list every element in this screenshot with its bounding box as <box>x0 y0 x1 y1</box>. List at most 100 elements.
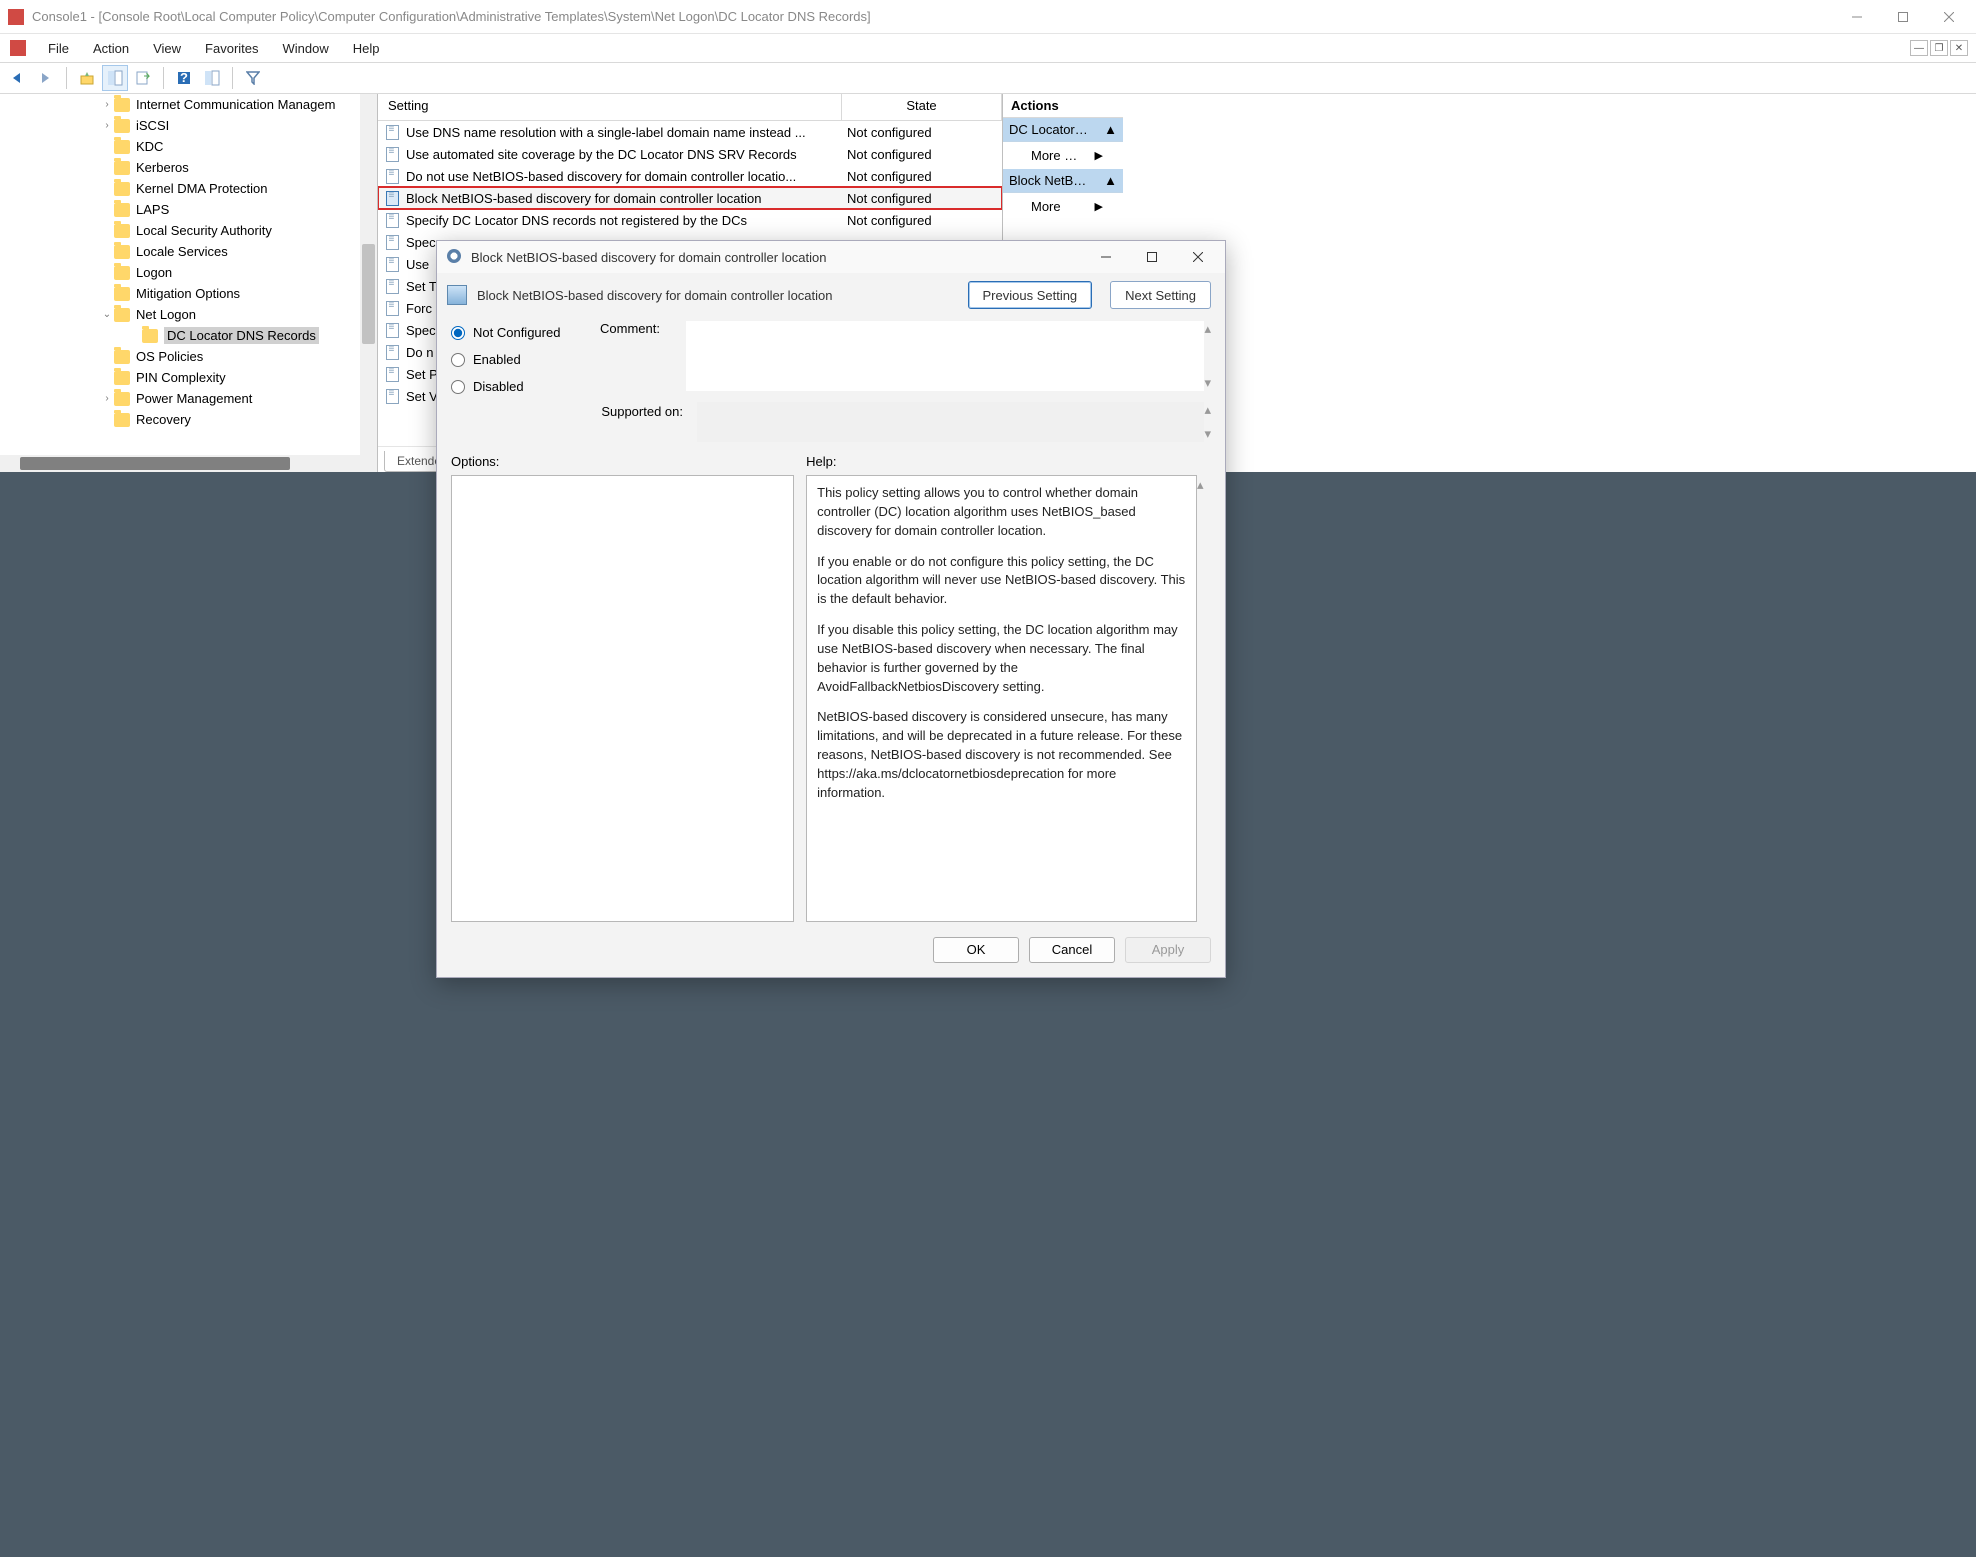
setting-state: Not configured <box>847 147 1002 162</box>
setting-icon <box>384 300 400 316</box>
tree-vertical-scrollbar[interactable] <box>360 94 377 472</box>
tree-item-label: iSCSI <box>136 118 169 133</box>
comment-scroll[interactable]: ▴▾ <box>1204 321 1211 391</box>
filter-icon[interactable] <box>241 66 265 90</box>
previous-setting-button[interactable]: Previous Setting <box>968 281 1093 309</box>
tree-item[interactable]: Mitigation Options <box>0 283 377 304</box>
supported-scroll[interactable]: ▴▾ <box>1204 402 1211 442</box>
list-row[interactable]: Use automated site coverage by the DC Lo… <box>378 143 1002 165</box>
radio-disabled-input[interactable] <box>451 380 465 394</box>
comment-textarea[interactable] <box>686 321 1204 391</box>
list-row[interactable]: Specify DC Locator DNS records not regis… <box>378 209 1002 231</box>
tree-item[interactable]: › Power Management <box>0 388 377 409</box>
svg-text:?: ? <box>180 70 188 85</box>
tree-horizontal-scrollbar[interactable] <box>0 455 360 472</box>
next-setting-button[interactable]: Next Setting <box>1110 281 1211 309</box>
tree-item[interactable]: Logon <box>0 262 377 283</box>
tree-item[interactable]: › iSCSI <box>0 115 377 136</box>
setting-name: Do not use NetBIOS-based discovery for d… <box>406 169 847 184</box>
tree-item[interactable]: PIN Complexity <box>0 367 377 388</box>
tree-item-label: Power Management <box>136 391 252 406</box>
chevron-right-icon: ▶ <box>1095 149 1103 162</box>
menu-view[interactable]: View <box>141 38 193 59</box>
tree-item[interactable]: Local Security Authority <box>0 220 377 241</box>
forward-button[interactable] <box>34 66 58 90</box>
tree-item[interactable]: OS Policies <box>0 346 377 367</box>
radio-not-configured-input[interactable] <box>451 326 465 340</box>
radio-disabled[interactable]: Disabled <box>451 379 586 394</box>
chevron-right-icon[interactable]: › <box>100 393 114 404</box>
tree-item[interactable]: ›Internet Communication Managem <box>0 94 377 115</box>
mdi-minimize-icon[interactable]: — <box>1910 40 1928 56</box>
folder-icon <box>114 203 130 217</box>
minimize-button[interactable] <box>1834 1 1880 33</box>
supported-on-field <box>697 402 1204 442</box>
export-icon[interactable] <box>131 66 155 90</box>
setting-icon <box>384 234 400 250</box>
chevron-down-icon[interactable]: ⌄ <box>100 309 114 320</box>
help-icon[interactable]: ? <box>172 66 196 90</box>
actions-link-label: More <box>1031 199 1061 214</box>
close-button[interactable] <box>1926 1 1972 33</box>
maximize-button[interactable] <box>1880 1 1926 33</box>
actions-more-1[interactable]: More …▶ <box>1003 142 1123 169</box>
collapse-icon: ▲ <box>1104 173 1117 188</box>
window-titlebar: Console1 - [Console Root\Local Computer … <box>0 0 1976 34</box>
cancel-button[interactable]: Cancel <box>1029 937 1115 963</box>
tree-item[interactable]: Recovery <box>0 409 377 430</box>
setting-icon <box>384 256 400 272</box>
toolbar: ? <box>0 62 1976 94</box>
tree-item[interactable]: Kernel DMA Protection <box>0 178 377 199</box>
menu-favorites[interactable]: Favorites <box>193 38 270 59</box>
tree-item-label: LAPS <box>136 202 169 217</box>
tree-item[interactable]: LAPS <box>0 199 377 220</box>
list-row[interactable]: Use DNS name resolution with a single-la… <box>378 121 1002 143</box>
radio-not-configured[interactable]: Not Configured <box>451 325 586 340</box>
up-icon[interactable] <box>75 66 99 90</box>
show-hide-tree-icon[interactable] <box>103 66 127 90</box>
actions-group-blocknetb[interactable]: Block NetB…▲ <box>1003 169 1123 193</box>
list-row[interactable]: Block NetBIOS-based discovery for domain… <box>378 187 1002 209</box>
chevron-right-icon[interactable]: › <box>100 99 114 110</box>
ok-button[interactable]: OK <box>933 937 1019 963</box>
mdi-restore-icon[interactable]: ❐ <box>1930 40 1948 56</box>
tree-item[interactable]: Locale Services <box>0 241 377 262</box>
radio-enabled[interactable]: Enabled <box>451 352 586 367</box>
menu-help[interactable]: Help <box>341 38 392 59</box>
dialog-close-button[interactable] <box>1175 243 1221 271</box>
back-button[interactable] <box>6 66 30 90</box>
apply-button[interactable]: Apply <box>1125 937 1211 963</box>
menu-window[interactable]: Window <box>271 38 341 59</box>
list-row[interactable]: Do not use NetBIOS-based discovery for d… <box>378 165 1002 187</box>
folder-icon <box>114 371 130 385</box>
tree-item[interactable]: Kerberos <box>0 157 377 178</box>
tree-item-label: OS Policies <box>136 349 203 364</box>
menu-action[interactable]: Action <box>81 38 141 59</box>
dialog-minimize-button[interactable] <box>1083 243 1129 271</box>
column-state[interactable]: State <box>842 94 1002 120</box>
dialog-maximize-button[interactable] <box>1129 243 1175 271</box>
column-setting[interactable]: Setting <box>378 94 842 120</box>
folder-icon <box>114 413 130 427</box>
help-text-box: This policy setting allows you to contro… <box>806 475 1197 922</box>
tree-item[interactable]: DC Locator DNS Records <box>0 325 377 346</box>
folder-icon <box>114 245 130 259</box>
options-label: Options: <box>451 454 794 469</box>
tree-item-label: DC Locator DNS Records <box>164 327 319 344</box>
folder-icon <box>114 140 130 154</box>
mdi-close-icon[interactable]: ✕ <box>1950 40 1968 56</box>
chevron-right-icon[interactable]: › <box>100 120 114 131</box>
properties-icon[interactable] <box>200 66 224 90</box>
help-scroll[interactable]: ▴ <box>1197 475 1211 922</box>
list-header: Setting State <box>378 94 1002 121</box>
dialog-title: Block NetBIOS-based discovery for domain… <box>471 250 1083 265</box>
actions-group-dclocator[interactable]: DC Locator…▲ <box>1003 118 1123 142</box>
radio-enabled-input[interactable] <box>451 353 465 367</box>
folder-icon <box>114 224 130 238</box>
actions-more-2[interactable]: More▶ <box>1003 193 1123 220</box>
tree-item[interactable]: ⌄Net Logon <box>0 304 377 325</box>
tree-item[interactable]: KDC <box>0 136 377 157</box>
menu-file[interactable]: File <box>36 38 81 59</box>
folder-icon <box>142 329 158 343</box>
comment-label: Comment: <box>600 321 672 367</box>
